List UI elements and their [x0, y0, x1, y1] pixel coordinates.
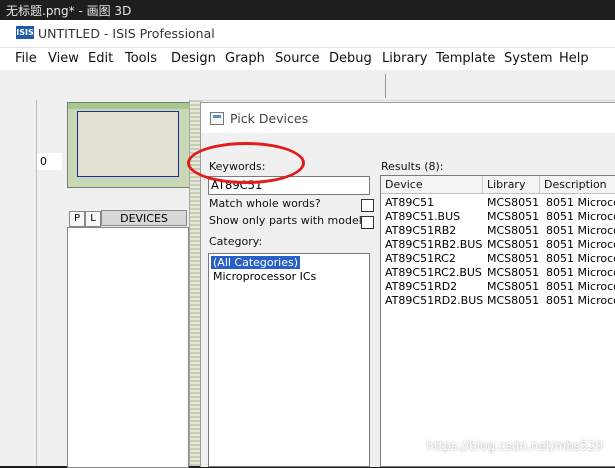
cell-description: 8051 Microco: [546, 252, 615, 265]
device-selector-header: P L DEVICES: [67, 210, 189, 227]
cell-library: MCS8051: [487, 224, 540, 237]
overview-window[interactable]: [67, 102, 191, 188]
isis-window-title: UNTITLED - ISIS Professional: [38, 26, 215, 41]
toolbar-separator: [385, 74, 386, 98]
table-row[interactable]: AT89C51 MCS8051 8051 Microco: [381, 196, 615, 210]
cell-description: 8051 Microco: [546, 294, 615, 307]
isis-logo-icon: ISIS: [16, 26, 34, 39]
cell-device: AT89C51: [385, 196, 435, 209]
category-list[interactable]: (All Categories) Microprocessor ICs: [208, 253, 370, 467]
table-row[interactable]: AT89C51RB2.BUS MCS8051 8051 Microco: [381, 238, 615, 252]
results-label: Results (8):: [381, 160, 444, 173]
watermark: https://blog.csdn.net/mbs520: [426, 439, 603, 453]
table-row[interactable]: AT89C51RD2.BUS MCS8051 8051 Microco: [381, 294, 615, 308]
table-row[interactable]: AT89C51RB2 MCS8051 8051 Microco: [381, 224, 615, 238]
cell-device: AT89C51RB2.BUS: [385, 238, 483, 251]
cell-description: 8051 Microco: [546, 238, 615, 251]
category-label: Category:: [209, 235, 263, 248]
cell-device: AT89C51RC2: [385, 252, 456, 265]
menu-bar: File View Edit Tools Design Graph Source…: [0, 48, 615, 70]
mode-toolbar: [0, 100, 37, 466]
overview-sheet: [77, 111, 179, 177]
match-whole-words-checkbox[interactable]: [361, 199, 374, 212]
menu-debug[interactable]: Debug: [329, 51, 372, 66]
match-whole-words-label: Match whole words?: [209, 197, 321, 210]
cell-device: AT89C51.BUS: [385, 210, 461, 223]
cell-device: AT89C51RC2.BUS: [385, 266, 482, 279]
overview-border: [68, 103, 190, 109]
cell-library: MCS8051: [487, 210, 540, 223]
cell-description: 8051 Microco: [546, 210, 615, 223]
cell-description: 8051 Microco: [546, 280, 615, 293]
menu-graph[interactable]: Graph: [225, 51, 265, 66]
cell-library: MCS8051: [487, 238, 540, 251]
rotation-field[interactable]: 0: [37, 153, 62, 170]
column-device[interactable]: Device: [381, 176, 483, 193]
pick-device-button[interactable]: P: [69, 211, 85, 227]
category-item-microprocessor[interactable]: Microprocessor ICs: [211, 270, 318, 283]
isis-titlebar: ISIS UNTITLED - ISIS Professional: [0, 20, 615, 48]
show-only-models-checkbox[interactable]: [361, 216, 374, 229]
menu-help[interactable]: Help: [559, 51, 589, 66]
menu-design[interactable]: Design: [171, 51, 216, 66]
isis-window: ISIS UNTITLED - ISIS Professional File V…: [0, 20, 615, 468]
category-item-all[interactable]: (All Categories): [211, 256, 301, 269]
results-table[interactable]: Device Library Description AT89C51 MCS80…: [380, 175, 615, 467]
cell-device: AT89C51RD2: [385, 280, 458, 293]
cell-library: MCS8051: [487, 196, 540, 209]
results-header: Device Library Description: [381, 176, 615, 194]
dialog-titlebar: Pick Devices: [201, 103, 615, 133]
cell-description: 8051 Microco: [546, 196, 615, 209]
cell-library: MCS8051: [487, 252, 540, 265]
toolbar: [0, 70, 615, 101]
column-library[interactable]: Library: [483, 176, 540, 193]
table-row[interactable]: AT89C51.BUS MCS8051 8051 Microco: [381, 210, 615, 224]
library-manager-button[interactable]: L: [85, 211, 101, 227]
menu-library[interactable]: Library: [382, 51, 427, 66]
cell-library: MCS8051: [487, 280, 540, 293]
menu-file[interactable]: File: [15, 51, 37, 66]
cell-library: MCS8051: [487, 294, 540, 307]
cell-device: AT89C51RD2.BUS: [385, 294, 484, 307]
menu-edit[interactable]: Edit: [88, 51, 113, 66]
cell-description: 8051 Microco: [546, 224, 615, 237]
menu-template[interactable]: Template: [436, 51, 495, 66]
dialog-window-icon: [210, 112, 224, 125]
outer-window-title: 无标题.png* - 画图 3D: [0, 0, 615, 22]
cell-library: MCS8051: [487, 266, 540, 279]
menu-source[interactable]: Source: [275, 51, 320, 66]
table-row[interactable]: AT89C51RC2.BUS MCS8051 8051 Microco: [381, 266, 615, 280]
highlight-ellipse: [187, 142, 305, 184]
devices-list[interactable]: [67, 227, 189, 468]
devices-header: DEVICES: [101, 210, 187, 226]
cell-device: AT89C51RB2: [385, 224, 457, 237]
menu-system[interactable]: System: [504, 51, 552, 66]
cell-description: 8051 Microco: [546, 266, 615, 279]
dialog-title: Pick Devices: [230, 111, 309, 126]
table-row[interactable]: AT89C51RC2 MCS8051 8051 Microco: [381, 252, 615, 266]
menu-tools[interactable]: Tools: [125, 51, 157, 66]
column-description[interactable]: Description: [540, 176, 615, 193]
table-row[interactable]: AT89C51RD2 MCS8051 8051 Microco: [381, 280, 615, 294]
show-only-models-label: Show only parts with models?: [209, 214, 374, 227]
menu-view[interactable]: View: [48, 51, 79, 66]
